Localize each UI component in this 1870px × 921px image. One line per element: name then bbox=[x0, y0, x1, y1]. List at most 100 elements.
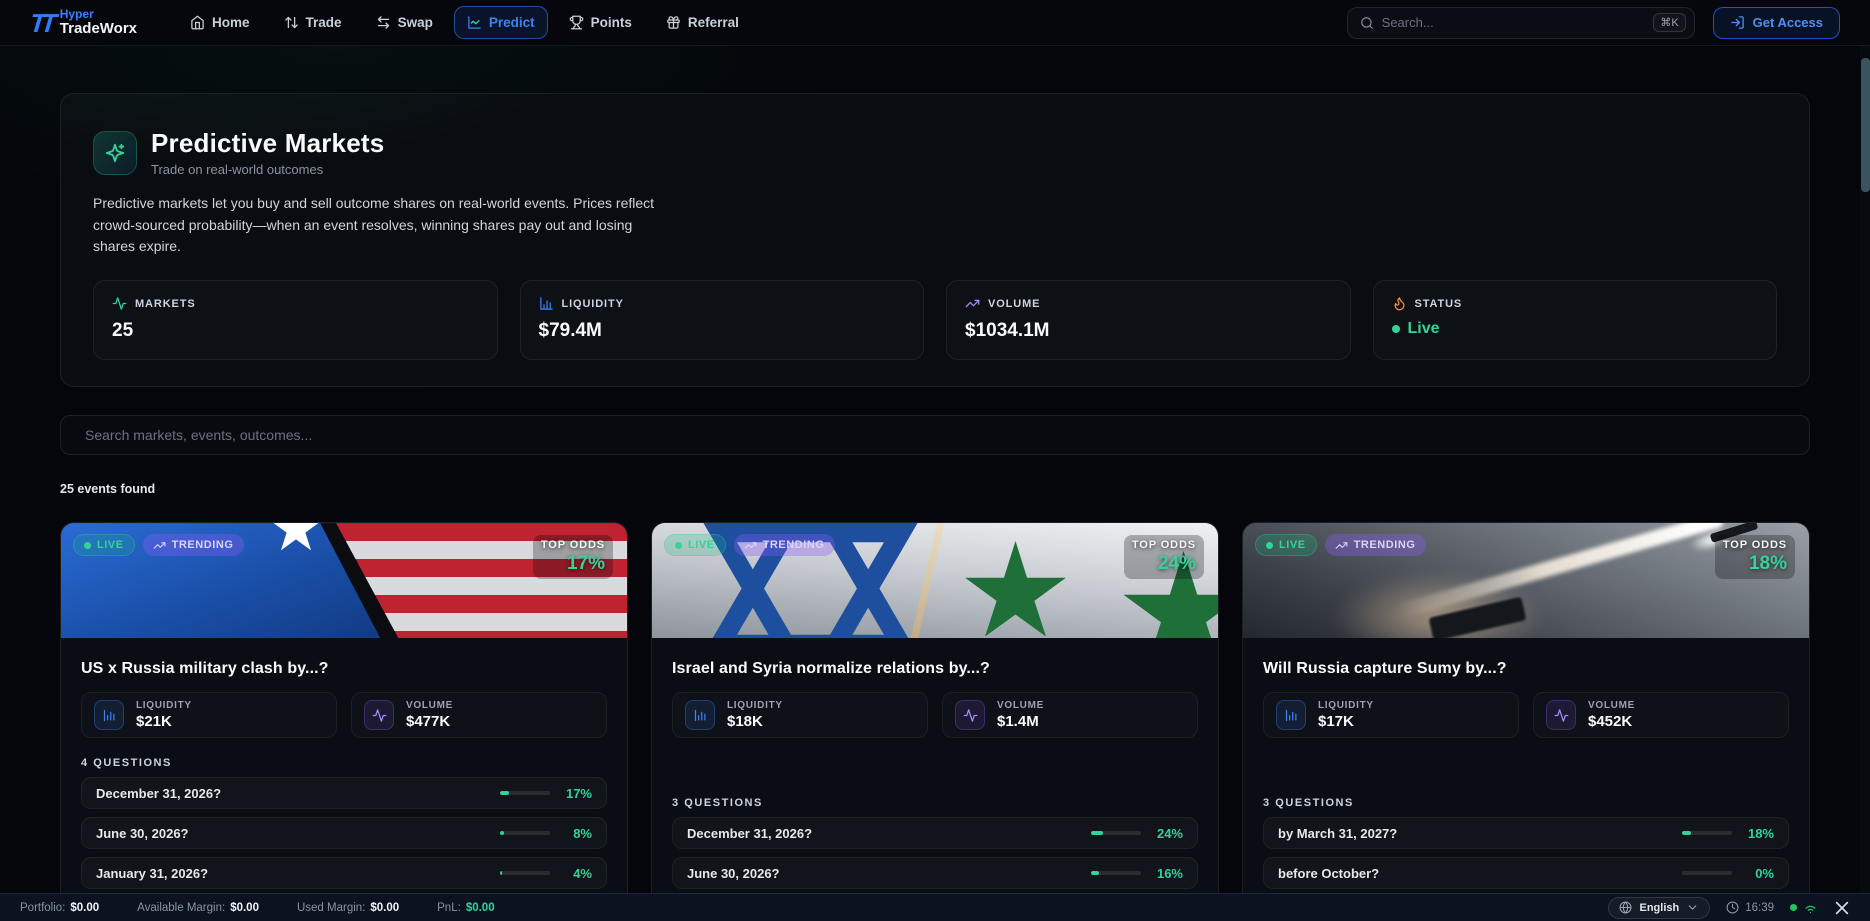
questions-section: 4 QUESTIONS December 31, 2026? 17% June … bbox=[81, 757, 607, 893]
nav-label: Trade bbox=[306, 15, 342, 30]
nav-label: Points bbox=[591, 15, 632, 30]
page-subtitle: Trade on real-world outcomes bbox=[151, 162, 384, 177]
odds-value: 24% bbox=[1151, 826, 1183, 841]
odds-bar bbox=[500, 791, 550, 795]
available-margin-stat: Available Margin:$0.00 bbox=[137, 902, 259, 914]
language-selector[interactable]: English bbox=[1608, 897, 1710, 919]
stat-label: LIQUIDITY bbox=[562, 298, 624, 310]
events-grid: LIVE TRENDING TOP ODDS 17% US x Russia m… bbox=[60, 522, 1810, 893]
portfolio-stat: Portfolio:$0.00 bbox=[20, 902, 99, 914]
stat-label: VOLUME bbox=[988, 298, 1040, 310]
main-content: Predictive Markets Trade on real-world o… bbox=[0, 46, 1870, 893]
green-star-icon bbox=[963, 541, 1068, 638]
event-image: LIVE TRENDING TOP ODDS 17% bbox=[61, 523, 627, 638]
scrollbar-track[interactable] bbox=[1860, 46, 1870, 893]
question-row[interactable]: by March 31, 2027? 18% bbox=[1263, 817, 1789, 849]
nav-item-swap[interactable]: Swap bbox=[363, 6, 446, 39]
get-access-button[interactable]: Get Access bbox=[1713, 7, 1840, 39]
live-badge: LIVE bbox=[1255, 534, 1317, 556]
line-chart-icon bbox=[467, 15, 482, 30]
language-label: English bbox=[1639, 902, 1679, 914]
nav-item-predict[interactable]: Predict bbox=[454, 6, 548, 39]
clock: 16:39 bbox=[1726, 901, 1774, 914]
top-odds-value: 17% bbox=[541, 553, 605, 575]
globe-icon bbox=[1619, 901, 1632, 914]
question-row[interactable]: December 31, 2026? 17% bbox=[81, 777, 607, 809]
question-row[interactable]: June 30, 2026? 8% bbox=[81, 817, 607, 849]
time-value: 16:39 bbox=[1745, 902, 1774, 914]
x-social-icon[interactable] bbox=[1834, 900, 1850, 916]
nav-item-points[interactable]: Points bbox=[556, 6, 645, 39]
event-card-russia-sumy[interactable]: LIVE TRENDING TOP ODDS 18% Will Russia c… bbox=[1242, 522, 1810, 893]
question-row[interactable]: December 31, 2026? 24% bbox=[672, 817, 1198, 849]
trophy-icon bbox=[569, 15, 584, 30]
top-odds-value: 24% bbox=[1132, 553, 1196, 575]
live-dot-icon bbox=[675, 542, 682, 549]
question-row[interactable]: before October? 0% bbox=[1263, 857, 1789, 889]
liquidity-value: $17K bbox=[1318, 713, 1374, 730]
app: TT Hyper TradeWorx Home Trade Swap Predi… bbox=[0, 0, 1870, 921]
pnl-stat: PnL:$0.00 bbox=[437, 902, 494, 914]
liquidity-chip: LIQUIDITY$17K bbox=[1263, 692, 1519, 738]
live-dot-icon bbox=[1392, 325, 1400, 333]
activity-icon bbox=[1546, 700, 1576, 730]
questions-section: 3 QUESTIONS December 31, 2026? 24% June … bbox=[672, 797, 1198, 893]
odds-value: 16% bbox=[1151, 866, 1183, 881]
page-title: Predictive Markets bbox=[151, 128, 384, 159]
stat-card-liquidity: LIQUIDITY $79.4M bbox=[520, 280, 925, 360]
activity-icon bbox=[364, 700, 394, 730]
stat-card-volume: VOLUME $1034.1M bbox=[946, 280, 1351, 360]
flame-icon bbox=[1392, 296, 1407, 311]
navbar-search[interactable]: ⌘K bbox=[1347, 7, 1695, 39]
volume-value: $452K bbox=[1588, 713, 1635, 730]
event-card-israel-syria[interactable]: LIVE TRENDING TOP ODDS 24% Israel and Sy… bbox=[651, 522, 1219, 893]
stat-value: $1034.1M bbox=[965, 320, 1332, 342]
trending-badge: TRENDING bbox=[143, 534, 244, 556]
live-badge: LIVE bbox=[664, 534, 726, 556]
bar-chart-icon bbox=[685, 700, 715, 730]
activity-icon bbox=[955, 700, 985, 730]
trending-up-icon bbox=[153, 539, 166, 552]
stat-card-markets: MARKETS 25 bbox=[93, 280, 498, 360]
hero-description: Predictive markets let you buy and sell … bbox=[93, 193, 678, 258]
nav-item-trade[interactable]: Trade bbox=[271, 6, 355, 39]
event-title: Will Russia capture Sumy by...? bbox=[1263, 660, 1789, 678]
hero-stats: MARKETS 25 LIQUIDITY $79.4M VOLUME $1034… bbox=[93, 280, 1777, 360]
volume-value: $477K bbox=[406, 713, 453, 730]
stat-value: 25 bbox=[112, 320, 479, 342]
market-search-input[interactable] bbox=[60, 415, 1810, 455]
chevron-down-icon bbox=[1686, 901, 1699, 914]
event-card-us-russia[interactable]: LIVE TRENDING TOP ODDS 17% US x Russia m… bbox=[60, 522, 628, 893]
nav-item-home[interactable]: Home bbox=[177, 6, 263, 39]
question-row[interactable]: June 30, 2026? 16% bbox=[672, 857, 1198, 889]
gift-icon bbox=[666, 15, 681, 30]
stat-value: $79.4M bbox=[539, 320, 906, 342]
brand-logo-icon: TT bbox=[29, 10, 53, 36]
hero-panel: Predictive Markets Trade on real-world o… bbox=[60, 93, 1810, 387]
nav-label: Home bbox=[212, 15, 250, 30]
brand-name-bottom: TradeWorx bbox=[60, 21, 137, 37]
trending-up-icon bbox=[965, 296, 980, 311]
questions-count: 4 QUESTIONS bbox=[81, 757, 607, 769]
top-odds: TOP ODDS 24% bbox=[1124, 535, 1204, 579]
liquidity-value: $18K bbox=[727, 713, 783, 730]
navbar-search-input[interactable] bbox=[1382, 15, 1646, 30]
trending-badge: TRENDING bbox=[734, 534, 835, 556]
volume-value: $1.4M bbox=[997, 713, 1044, 730]
brand[interactable]: TT Hyper TradeWorx bbox=[30, 8, 137, 36]
odds-bar bbox=[500, 871, 550, 875]
arrows-up-down-icon bbox=[284, 15, 299, 30]
nav-item-referral[interactable]: Referral bbox=[653, 6, 752, 39]
scrollbar-thumb[interactable] bbox=[1861, 58, 1870, 192]
question-row[interactable]: January 31, 2026? 4% bbox=[81, 857, 607, 889]
nav-label: Predict bbox=[489, 15, 535, 30]
live-badge: LIVE bbox=[73, 534, 135, 556]
stat-label: STATUS bbox=[1415, 298, 1463, 310]
odds-value: 0% bbox=[1742, 866, 1774, 881]
connection-dot-icon bbox=[1790, 904, 1797, 911]
trending-badge: TRENDING bbox=[1325, 534, 1426, 556]
odds-value: 18% bbox=[1742, 826, 1774, 841]
questions-count: 3 QUESTIONS bbox=[1263, 797, 1789, 809]
questions-section: 3 QUESTIONS by March 31, 2027? 18% befor… bbox=[1263, 797, 1789, 893]
used-margin-stat: Used Margin:$0.00 bbox=[297, 902, 399, 914]
